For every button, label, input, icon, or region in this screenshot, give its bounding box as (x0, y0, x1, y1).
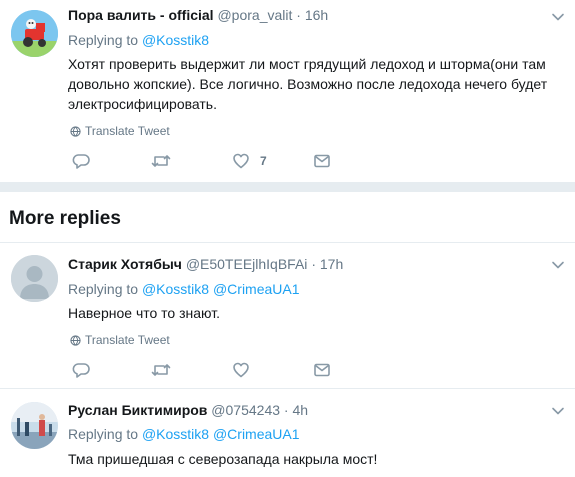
replying-to: Replying to @Kosstik8 @CrimeaUA1 (68, 425, 300, 443)
author-name[interactable]: Пора валить - official (68, 7, 214, 23)
reply-icon (72, 363, 90, 378)
replying-prefix: Replying to (68, 281, 139, 297)
reply-tweet[interactable]: Старик Хотябыч @E50TEEjlhIqBFAi · 17h Re… (0, 243, 575, 388)
like-button[interactable]: 7 (232, 152, 267, 170)
author-name[interactable]: Старик Хотябыч (68, 256, 182, 272)
replying-prefix: Replying to (68, 32, 139, 48)
chevron-down-icon[interactable] (551, 258, 565, 272)
reply-button[interactable] (72, 361, 90, 379)
timestamp[interactable]: 16h (305, 7, 328, 23)
mention-link[interactable]: @CrimeaUA1 (213, 426, 300, 442)
author-handle[interactable]: @pora_valit (217, 7, 292, 23)
translate-tweet-link[interactable]: Translate Tweet (70, 124, 170, 138)
retweet-icon (151, 155, 171, 167)
more-replies-heading: More replies (9, 208, 121, 229)
translate-label: Translate Tweet (85, 333, 170, 347)
message-icon (314, 363, 330, 377)
avatar-image (11, 10, 58, 57)
timestamp[interactable]: 17h (320, 256, 343, 272)
tweet-text: Хотят проверить выдержит ли мост грядущи… (68, 56, 548, 112)
chevron-down-icon[interactable] (551, 404, 565, 418)
tweet-text: Тма пришедшая с северозапада накрыла мос… (68, 451, 378, 467)
tweet-header: Пора валить - official @pora_valit · 16h (68, 6, 328, 24)
chevron-down-icon[interactable] (551, 10, 565, 24)
message-button[interactable] (313, 152, 331, 170)
mention-link[interactable]: @Kosstik8 (142, 426, 209, 442)
reply-button[interactable] (72, 152, 90, 170)
message-button[interactable] (313, 361, 331, 379)
like-icon (233, 362, 249, 378)
default-avatar-image (11, 255, 58, 302)
author-handle[interactable]: @E50TEEjlhIqBFAi (186, 256, 308, 272)
tweet-header: Руслан Биктимиров @0754243 · 4h (68, 401, 308, 419)
separator-dot: · (296, 7, 301, 23)
avatar[interactable] (11, 10, 58, 57)
tweet-main[interactable]: Пора валить - official @pora_valit · 16h… (0, 0, 575, 180)
avatar[interactable] (11, 402, 58, 449)
replying-to: Replying to @Kosstik8 @CrimeaUA1 (68, 280, 300, 298)
tweet-text: Наверное что то знают. (68, 305, 220, 321)
retweet-button[interactable] (151, 152, 171, 170)
like-button[interactable] (232, 361, 250, 379)
replying-prefix: Replying to (68, 426, 139, 442)
mention-link[interactable]: @Kosstik8 (142, 281, 209, 297)
message-icon (314, 154, 330, 168)
retweet-icon (151, 364, 171, 376)
mention-link[interactable]: @Kosstik8 (142, 32, 209, 48)
section-separator (0, 182, 575, 192)
translate-label: Translate Tweet (85, 124, 170, 138)
mention-link[interactable]: @CrimeaUA1 (213, 281, 300, 297)
reply-tweet[interactable]: Руслан Биктимиров @0754243 · 4h Replying… (0, 389, 575, 477)
timestamp[interactable]: 4h (292, 402, 308, 418)
avatar-image (11, 402, 58, 449)
translate-tweet-link[interactable]: Translate Tweet (70, 333, 170, 347)
globe-icon (70, 125, 81, 137)
reply-icon (72, 154, 90, 169)
separator-dot: · (283, 402, 289, 418)
like-icon (233, 153, 249, 169)
tweet-header: Старик Хотябыч @E50TEEjlhIqBFAi · 17h (68, 255, 343, 273)
retweet-button[interactable] (151, 361, 171, 379)
replying-to: Replying to @Kosstik8 (68, 31, 209, 49)
avatar[interactable] (11, 255, 58, 302)
separator-dot: · (311, 256, 316, 272)
like-count: 7 (260, 154, 267, 168)
author-name[interactable]: Руслан Биктимиров (68, 402, 207, 418)
globe-icon (70, 334, 81, 346)
author-handle[interactable]: @0754243 (211, 402, 280, 418)
